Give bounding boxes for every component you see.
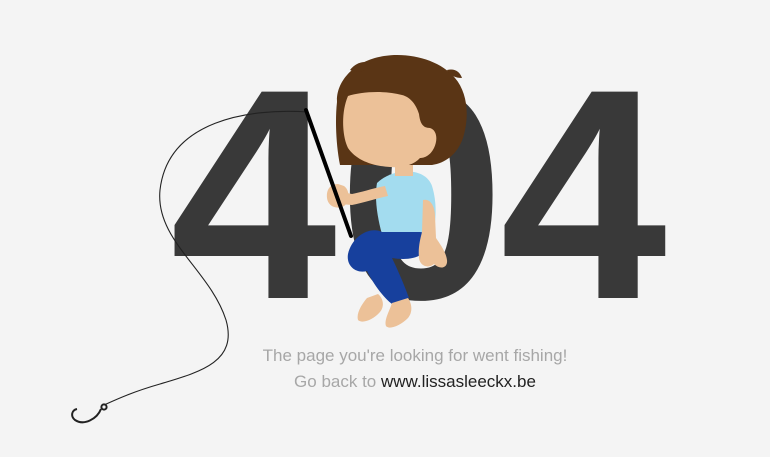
error-404-page: 4 0 4 (0, 0, 770, 457)
home-link[interactable]: www.lissasleeckx.be (381, 372, 536, 391)
error-message: The page you're looking for went fishing… (262, 346, 568, 365)
back-link-prefix: Go back to (294, 372, 377, 391)
boy-legs (347, 230, 430, 304)
back-link-line: Go back to www.lissasleeckx.be (0, 372, 770, 392)
fish-hook-icon (71, 403, 108, 424)
boy-right-arm (418, 199, 448, 268)
